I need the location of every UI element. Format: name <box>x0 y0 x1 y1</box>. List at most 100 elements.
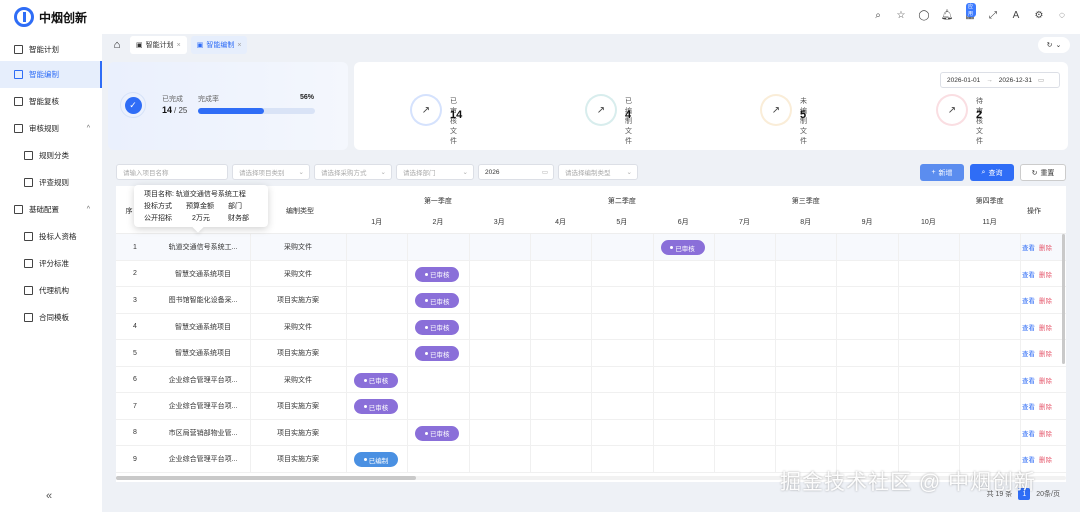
tooltip-budget-label: 预算金额 <box>186 203 214 210</box>
row-number: 7 <box>133 402 137 410</box>
quarter-header: 第一季度 <box>423 198 452 205</box>
status-badge[interactable]: 已审核 <box>415 293 460 308</box>
refresh-icon[interactable]: ↻ <box>1047 41 1053 49</box>
project-type-select[interactable]: 请选择项目类别 ⌄ <box>232 164 310 180</box>
delete-link[interactable]: 删除 <box>1039 428 1052 438</box>
department-select[interactable]: 请选择部门 ⌄ <box>396 164 474 180</box>
view-link[interactable]: 查看 <box>1022 348 1035 358</box>
close-icon[interactable]: × <box>177 42 181 49</box>
month-header: 4月 <box>555 219 566 226</box>
sidebar-item[interactable]: 智能编制 <box>0 61 102 88</box>
sidebar-item[interactable]: 评查规则 <box>0 169 102 196</box>
add-button[interactable]: + 新增 <box>920 164 964 181</box>
sidebar-item[interactable]: 智能复核 <box>0 88 102 115</box>
apps-icon[interactable]: ▦应用 <box>964 3 976 21</box>
tab-compile[interactable]: ▣ 智能编制 × <box>190 36 248 54</box>
search-icon[interactable]: ⌕ <box>872 9 884 21</box>
file-type-select[interactable]: 请选择编制类型 ⌄ <box>558 164 638 180</box>
sidebar-item[interactable]: 基础配置 ^ <box>0 196 102 223</box>
status-badge[interactable]: 已审核 <box>415 425 460 441</box>
tab-plan[interactable]: ▣ 智能计划 × <box>130 36 187 54</box>
logo: 中烟创新 <box>0 7 87 27</box>
vertical-scrollbar[interactable] <box>1062 234 1065 364</box>
view-link[interactable]: 查看 <box>1022 242 1035 252</box>
status-badge[interactable]: 已审核 <box>415 346 460 361</box>
delete-link[interactable]: 删除 <box>1039 348 1052 358</box>
divider <box>407 260 409 286</box>
tab-doc-icon: ▣ <box>136 42 143 49</box>
divider <box>775 234 777 260</box>
collapse-sidebar-icon[interactable]: « <box>46 490 52 502</box>
filter-bar: 请输入项目名称 请选择项目类别 ⌄ 请选择采购方式 ⌄ 请选择部门 ⌄ 2026 ▭ 请… <box>108 160 1068 182</box>
status-badge[interactable]: 已审核 <box>354 399 398 414</box>
purchase-method-select[interactable]: 请选择采购方式 ⌄ <box>314 164 392 180</box>
status-badge[interactable]: 已审核 <box>660 240 705 255</box>
search-button[interactable]: ⌕ 查询 <box>970 164 1014 181</box>
user-icon[interactable]: ◌ <box>1056 9 1068 21</box>
project-name: 企业综合管理平台项... <box>168 456 238 463</box>
divider <box>591 340 593 366</box>
delete-link[interactable]: 删除 <box>1039 322 1052 332</box>
close-icon[interactable]: × <box>237 42 241 49</box>
view-link[interactable]: 查看 <box>1022 322 1035 332</box>
delete-link[interactable]: 删除 <box>1039 401 1052 411</box>
month-header: 1月 <box>371 219 383 226</box>
translate-icon[interactable]: A <box>1010 9 1022 21</box>
select-placeholder: 请选择编制类型 <box>565 170 611 177</box>
select-placeholder: 请选择项目类别 <box>239 170 285 177</box>
view-link[interactable]: 查看 <box>1022 428 1035 438</box>
divider <box>346 340 347 366</box>
sidebar-item[interactable]: 智能计划 <box>0 36 102 63</box>
tab-bar: ⌂ ▣ 智能计划 × ▣ 智能编制 × ↻ ⌄ <box>108 34 1080 56</box>
chevron-up-icon[interactable]: ^ <box>87 206 90 213</box>
sidebar-item[interactable]: 评分标准 <box>0 250 102 277</box>
divider <box>529 446 531 472</box>
sidebar-item[interactable]: 规则分类 <box>0 142 102 169</box>
doc-icon <box>24 259 33 268</box>
delete-link[interactable]: 删除 <box>1039 375 1052 385</box>
delete-link[interactable]: 删除 <box>1039 454 1052 464</box>
status-badge[interactable]: 已审核 <box>354 372 398 388</box>
table-row: 1 轨道交通信号系统工... 采购文件 已审核 查看 删除 <box>116 234 1066 261</box>
sidebar-item[interactable]: 投标人资格 <box>0 223 102 250</box>
sidebar-item[interactable]: 审核规则 ^ <box>0 115 102 142</box>
year-picker[interactable]: 2026 ▭ <box>478 164 554 180</box>
sidebar-item[interactable]: 合同模板 <box>0 304 102 331</box>
tooltip-value-row: 公开招标 2万元 财务部 <box>144 212 258 224</box>
delete-link[interactable]: 删除 <box>1039 295 1052 305</box>
row-number: 8 <box>133 429 137 436</box>
date-range[interactable]: 2026-01-01 → 2026-12-31 ▭ <box>940 72 1060 88</box>
chat-icon[interactable]: ◯ <box>918 9 930 21</box>
project-name-input[interactable]: 请输入项目名称 <box>116 164 228 180</box>
reset-button[interactable]: ↻ 重置 <box>1020 164 1066 181</box>
divider <box>836 340 838 366</box>
home-icon[interactable]: ⌂ <box>108 39 126 51</box>
view-link[interactable]: 查看 <box>1022 269 1035 279</box>
status-badge[interactable]: 已审核 <box>415 319 460 335</box>
top-bar: 中烟创新 ⌕ ☆ ◯ 🔔︎ ▦应用 ⤢ A ⚙ ◌ <box>0 0 1080 34</box>
tooltip-method-label: 投标方式 <box>144 203 172 210</box>
status-label: 已审核 <box>430 325 450 332</box>
chevron-up-icon[interactable]: ^ <box>87 125 90 132</box>
status-badge[interactable]: 已编制 <box>354 452 398 467</box>
delete-link[interactable]: 删除 <box>1039 242 1052 252</box>
delete-link[interactable]: 删除 <box>1039 269 1052 279</box>
view-link[interactable]: 查看 <box>1022 375 1035 385</box>
gear-icon[interactable]: ⚙ <box>1033 9 1045 21</box>
sidebar-item[interactable]: 代理机构 <box>0 277 102 304</box>
view-link[interactable]: 查看 <box>1022 295 1035 305</box>
view-link[interactable]: 查看 <box>1022 401 1035 411</box>
status-badge[interactable]: 已审核 <box>415 266 460 282</box>
view-link[interactable]: 查看 <box>1022 454 1035 464</box>
page-size-select[interactable]: 20条/页 <box>1036 489 1060 499</box>
star-icon[interactable]: ☆ <box>895 9 907 21</box>
divider <box>959 313 960 339</box>
divider <box>652 446 654 472</box>
tab-actions[interactable]: ↻ ⌄ <box>1038 37 1070 53</box>
scroll-thumb[interactable] <box>116 476 416 480</box>
fullscreen-icon[interactable]: ⤢ <box>987 9 999 21</box>
chevron-down-icon[interactable]: ⌄ <box>1056 41 1062 49</box>
divider <box>836 313 838 339</box>
divider <box>652 340 654 366</box>
bell-icon[interactable]: 🔔︎ <box>941 9 954 21</box>
